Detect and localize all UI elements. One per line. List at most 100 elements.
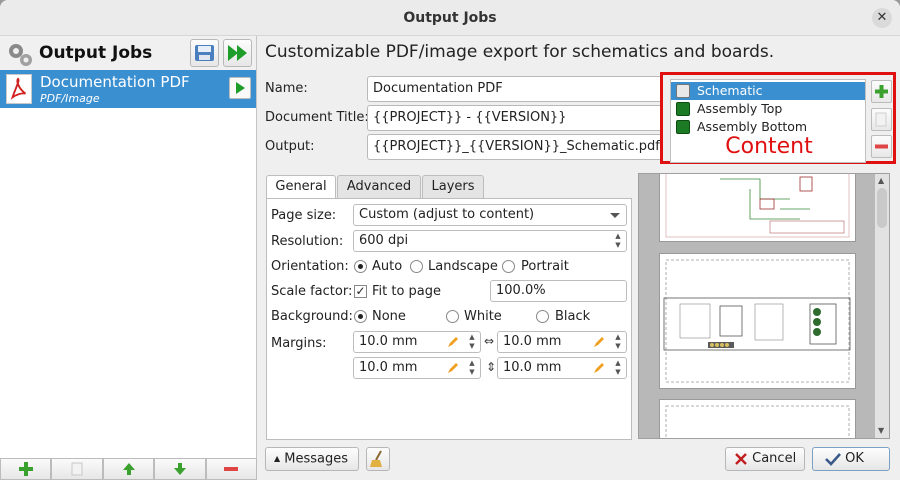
scale-factor-input[interactable]: 100.0%	[490, 280, 627, 302]
scroll-thumb[interactable]	[877, 188, 887, 228]
pencil-icon	[448, 337, 458, 347]
remove-job-button[interactable]	[205, 458, 258, 480]
jobs-title: Output Jobs	[39, 43, 153, 63]
jobs-toolbar	[0, 458, 258, 480]
fast-forward-icon	[228, 45, 247, 61]
scroll-up-icon[interactable]: ▲	[878, 176, 884, 185]
margin-right-input[interactable]: 10.0 mm ▲ ▼	[497, 331, 627, 353]
add-job-button[interactable]	[0, 458, 52, 480]
background-none-label: None	[372, 309, 406, 324]
copy-icon	[71, 462, 83, 476]
pencil-icon	[594, 337, 604, 347]
run-all-button[interactable]	[223, 39, 252, 67]
background-label: Background:	[271, 309, 353, 324]
general-panel: Page size: Custom (adjust to content) Re…	[266, 198, 632, 440]
orientation-auto-label: Auto	[372, 259, 403, 274]
preview-page-schematic	[659, 174, 856, 242]
orientation-portrait-radio[interactable]	[502, 260, 515, 273]
output-label: Output:	[265, 139, 315, 154]
scale-factor-label: Scale factor:	[271, 284, 353, 299]
preview-page-assembly-top	[659, 253, 856, 389]
orientation-portrait-label: Portrait	[521, 259, 569, 274]
spin-buttons[interactable]: ▲ ▼	[612, 232, 624, 250]
orientation-label: Orientation:	[271, 259, 349, 274]
tab-layers[interactable]: Layers	[422, 175, 484, 199]
checkmark-icon	[825, 452, 841, 466]
fit-to-page-checkbox[interactable]: ✓	[354, 285, 367, 298]
broom-icon	[370, 450, 382, 467]
add-content-button[interactable]	[871, 80, 892, 103]
background-black-radio[interactable]	[536, 310, 549, 323]
board-icon	[676, 120, 690, 134]
clear-messages-button[interactable]	[366, 447, 390, 471]
minus-icon	[224, 467, 239, 471]
output-jobs-dialog: Output Jobs ✕ Output Jobs Documentation …	[0, 0, 900, 480]
title-bar: Output Jobs ✕	[0, 0, 900, 36]
page-size-select[interactable]: Custom (adjust to content)	[353, 204, 627, 226]
spin-buttons[interactable]: ▲ ▼	[466, 333, 478, 351]
background-black-label: Black	[555, 309, 591, 324]
margin-top-input[interactable]: 10.0 mm ▲ ▼	[353, 357, 481, 379]
orientation-landscape-label: Landscape	[428, 259, 498, 274]
job-description: Customizable PDF/image export for schema…	[265, 42, 775, 62]
background-white-label: White	[464, 309, 502, 324]
preview-scrollbar[interactable]: ▲ ▼	[875, 174, 889, 438]
content-list: Schematic Assembly Top Assembly Bottom C…	[670, 79, 866, 163]
cancel-button[interactable]: Cancel	[725, 447, 805, 471]
remove-content-button[interactable]	[871, 135, 892, 158]
play-icon	[236, 82, 245, 94]
vertical-margin-icon: ⇕	[486, 360, 497, 374]
content-highlight: Schematic Assembly Top Assembly Bottom C…	[660, 72, 896, 164]
spin-buttons[interactable]: ▲ ▼	[612, 333, 624, 351]
background-white-radio[interactable]	[446, 310, 459, 323]
content-item-assembly-top[interactable]: Assembly Top	[671, 100, 865, 118]
board-thumbnail	[665, 405, 850, 438]
spin-buttons[interactable]: ▲ ▼	[466, 359, 478, 377]
background-none-radio[interactable]	[354, 310, 367, 323]
save-button[interactable]	[190, 39, 219, 67]
schematic-thumbnail	[665, 174, 850, 238]
document-title-input[interactable]: {{PROJECT}} - {{VERSION}}	[367, 105, 667, 131]
pencil-icon	[448, 363, 458, 373]
margin-bottom-input[interactable]: 10.0 mm ▲ ▼	[497, 357, 627, 379]
preview-page-assembly-bottom	[659, 399, 856, 438]
chevron-down-icon	[610, 213, 620, 218]
content-caption: Content	[725, 134, 813, 159]
board-icon	[676, 102, 690, 116]
job-item-documentation-pdf[interactable]: Documentation PDF PDF/Image	[0, 70, 256, 108]
run-job-button[interactable]	[229, 77, 251, 99]
board-thumbnail	[663, 259, 851, 383]
content-item-schematic[interactable]: Schematic	[671, 82, 865, 100]
move-up-button[interactable]	[102, 458, 155, 480]
copy-content-button[interactable]	[871, 108, 892, 131]
preview-area[interactable]: ▲ ▼	[638, 173, 890, 439]
scroll-down-icon[interactable]: ▼	[878, 426, 884, 435]
margin-left-input[interactable]: 10.0 mm ▲ ▼	[353, 331, 481, 353]
horizontal-margin-icon: ⇔	[484, 334, 495, 348]
arrow-down-icon	[173, 463, 186, 475]
output-input[interactable]: {{PROJECT}}_{{VERSION}}_Schematic.pdf	[367, 134, 667, 160]
triangle-up-icon: ▲	[274, 454, 281, 463]
arrow-up-icon	[122, 463, 135, 475]
window-title: Output Jobs	[403, 10, 497, 26]
fit-to-page-label: Fit to page	[372, 284, 442, 299]
page-size-label: Page size:	[271, 208, 337, 223]
spin-buttons[interactable]: ▲ ▼	[612, 359, 624, 377]
move-down-button[interactable]	[154, 458, 206, 480]
tab-general[interactable]: General	[266, 175, 336, 200]
messages-button[interactable]: ▲ Messages	[265, 447, 359, 471]
plus-icon	[875, 85, 888, 98]
save-icon	[195, 45, 214, 61]
resolution-spinbox[interactable]: 600 dpi ▲ ▼	[353, 230, 627, 252]
name-input[interactable]: Documentation PDF	[367, 76, 667, 102]
orientation-auto-radio[interactable]	[354, 260, 367, 273]
copy-icon	[875, 112, 887, 127]
document-title-label: Document Title:	[265, 110, 369, 125]
tab-advanced[interactable]: Advanced	[337, 175, 421, 199]
cancel-icon	[735, 452, 747, 465]
close-button[interactable]: ✕	[872, 8, 892, 28]
orientation-landscape-radio[interactable]	[410, 260, 423, 273]
copy-job-button[interactable]	[51, 458, 103, 480]
job-type: PDF/Image	[40, 92, 100, 105]
ok-button[interactable]: OK	[812, 447, 890, 471]
